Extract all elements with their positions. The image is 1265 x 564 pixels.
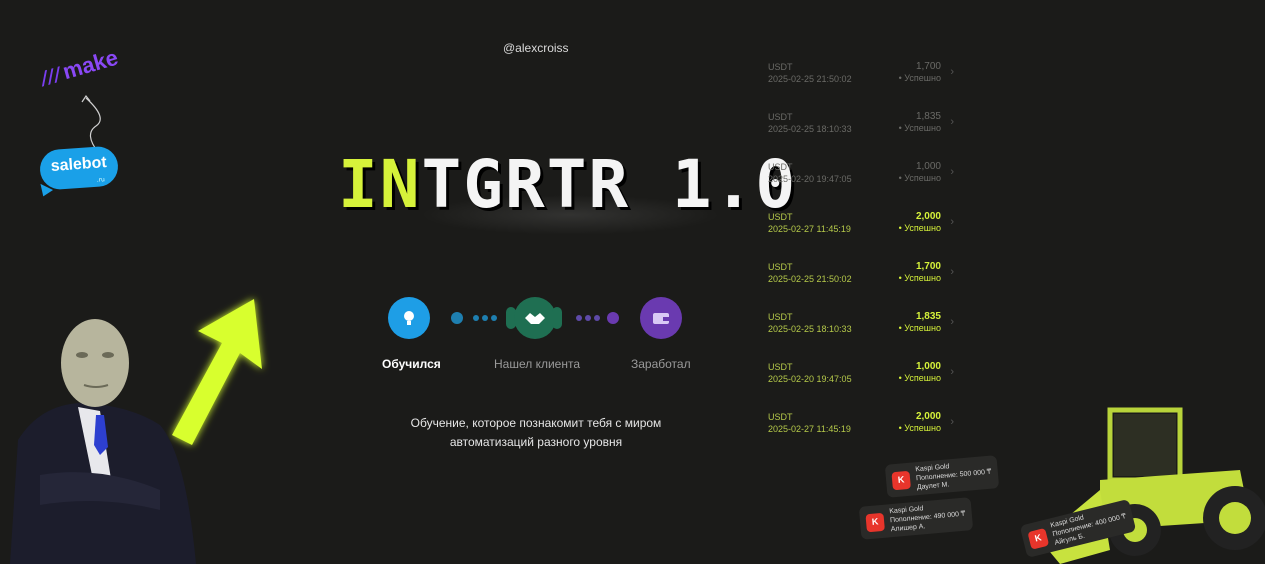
connector-dot [585, 315, 591, 321]
connector-dot [491, 315, 497, 321]
salebot-tail [36, 183, 54, 200]
transactions-list: USDT 2025-02-25 21:50:02 1,700 • Успешно… [763, 58, 958, 458]
tx-currency: USDT [768, 62, 793, 72]
chevron-right-icon: › [950, 266, 954, 278]
tx-currency: USDT [768, 112, 793, 122]
transaction-row[interactable]: USDT 2025-02-20 19:47:05 1,000 • Успешно… [763, 158, 958, 208]
step-label-earned: Заработал [631, 357, 691, 371]
connector-dot [576, 315, 582, 321]
connector-cap [552, 307, 562, 329]
step-earned-icon [640, 297, 682, 339]
suited-man-figure [10, 319, 196, 564]
make-logo: /// make [38, 45, 121, 92]
lightbulb-icon [404, 311, 414, 325]
wallet-icon [653, 313, 669, 324]
tx-currency: USDT [768, 412, 793, 422]
salebot-logo-sub: .ru [96, 176, 106, 184]
tx-status: • Успешно [898, 423, 941, 433]
tx-currency: USDT [768, 312, 793, 322]
chevron-right-icon: › [950, 116, 954, 128]
transaction-row[interactable]: USDT 2025-02-27 11:45:19 2,000 • Успешно… [763, 208, 958, 258]
tx-date: 2025-02-27 11:45:19 [768, 424, 851, 434]
tx-date: 2025-02-20 19:47:05 [768, 374, 852, 384]
description-line-2: автоматизаций разного уровня [449, 435, 623, 449]
make-logo-text: make [59, 44, 121, 85]
chevron-right-icon: › [950, 216, 954, 228]
page-title: INTGRTR 1.0 [338, 146, 797, 223]
connector-dot [451, 312, 463, 324]
kaspi-icon: K [1027, 527, 1050, 550]
chevron-right-icon: › [950, 416, 954, 428]
chevron-right-icon: › [950, 66, 954, 78]
tx-date: 2025-02-27 11:45:19 [768, 224, 851, 234]
connector-dot [473, 315, 479, 321]
description-line-1: Обучение, которое познакомит тебя с миро… [410, 416, 662, 430]
author-handle: @alexcroiss [503, 41, 569, 55]
tx-status: • Успешно [898, 73, 941, 83]
tx-currency: USDT [768, 362, 793, 372]
handshake-icon [525, 313, 545, 324]
transaction-row[interactable]: USDT 2025-02-25 18:10:33 1,835 • Успешно… [763, 308, 958, 358]
title-rest: TGRTR 1.0 [421, 146, 798, 223]
tx-date: 2025-02-25 21:50:02 [768, 274, 852, 284]
tx-amount: 1,835 [915, 111, 941, 122]
tx-status: • Успешно [898, 273, 941, 283]
title-accent: IN [338, 146, 422, 223]
transaction-row[interactable]: USDT 2025-02-20 19:47:05 1,000 • Успешно… [763, 358, 958, 408]
tx-status: • Успешно [898, 223, 941, 233]
connector-dot [607, 312, 619, 324]
step-label-client: Нашел клиента [494, 357, 581, 371]
chevron-right-icon: › [950, 316, 954, 328]
chevron-right-icon: › [950, 366, 954, 378]
kaspi-icon: K [891, 470, 911, 490]
tx-status: • Успешно [898, 173, 941, 183]
course-description: Обучение, которое познакомит тебя с миро… [386, 414, 686, 452]
tx-amount: 1,700 [915, 61, 941, 72]
make-mark-icon: /// [38, 63, 64, 89]
tx-status: • Успешно [898, 123, 941, 133]
transaction-row[interactable]: USDT 2025-02-25 18:10:33 1,835 • Успешно… [763, 108, 958, 158]
tx-status: • Успешно [898, 323, 941, 333]
transaction-row[interactable]: USDT 2025-02-25 21:50:02 1,700 • Успешно… [763, 258, 958, 308]
tx-date: 2025-02-25 18:10:33 [768, 324, 852, 334]
connector-dot [594, 315, 600, 321]
tx-date: 2025-02-20 19:47:05 [768, 174, 852, 184]
payment-notification: K Kaspi Gold Пополнение: 500 000 ₸ Дауле… [884, 455, 999, 498]
transaction-row[interactable]: USDT 2025-02-27 11:45:19 2,000 • Успешно… [763, 408, 958, 458]
step-label-learned: Обучился [382, 357, 441, 371]
tx-amount: 1,700 [915, 261, 941, 272]
tx-date: 2025-02-25 18:10:33 [768, 124, 852, 134]
tx-currency: USDT [768, 262, 793, 272]
tx-status: • Успешно [898, 373, 941, 383]
salebot-logo-text: salebot [50, 154, 108, 175]
tx-currency: USDT [768, 162, 793, 172]
chevron-right-icon: › [950, 166, 954, 178]
tx-currency: USDT [768, 212, 793, 222]
tx-amount: 2,000 [915, 411, 941, 422]
tx-amount: 1,835 [915, 311, 941, 322]
step-client-icon [514, 297, 556, 339]
salebot-logo: salebot .ru [36, 145, 120, 200]
tx-amount: 1,000 [915, 161, 941, 172]
tx-date: 2025-02-25 21:50:02 [768, 74, 852, 84]
connector-dot [482, 315, 488, 321]
kaspi-icon: K [865, 512, 885, 532]
tx-amount: 1,000 [915, 361, 941, 372]
payment-notification: K Kaspi Gold Пополнение: 490 000 ₸ Алише… [858, 497, 973, 540]
transaction-row[interactable]: USDT 2025-02-25 21:50:02 1,700 • Успешно… [763, 58, 958, 108]
step-learned-icon [388, 297, 430, 339]
tx-amount: 2,000 [915, 211, 941, 222]
